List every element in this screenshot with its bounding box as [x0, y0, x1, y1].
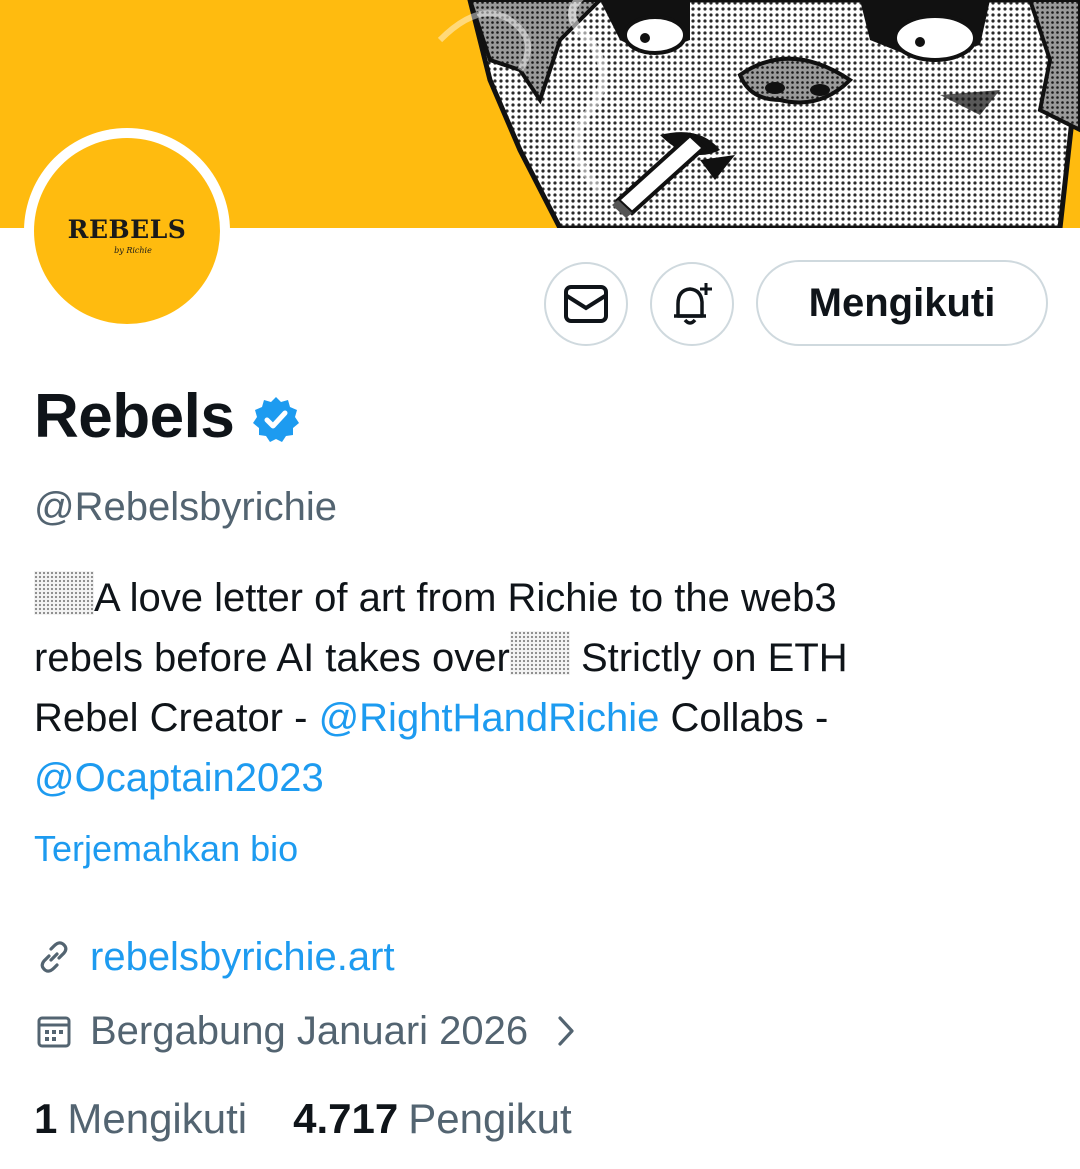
- unsupported-emoji-glyph: [509, 631, 570, 675]
- following-count: 1: [34, 1095, 58, 1142]
- bio-line-4: @Ocaptain2023: [34, 748, 1044, 808]
- translate-bio-link[interactable]: Terjemahkan bio: [34, 828, 298, 870]
- profile-bio: A love letter of art from Richie to the …: [34, 568, 1044, 808]
- avatar-signature: by Richie: [114, 246, 152, 255]
- calendar-icon: [34, 1011, 74, 1051]
- notify-button[interactable]: [650, 262, 734, 346]
- profile-handle: @Rebelsbyrichie: [34, 485, 337, 529]
- mention-link[interactable]: @Ocaptain2023: [34, 756, 324, 800]
- chevron-right-icon: [558, 1016, 574, 1046]
- followers-count: 4.717: [293, 1095, 399, 1142]
- bio-line-3: Rebel Creator - @RightHandRichie Collabs…: [34, 696, 829, 740]
- following-label: Mengikuti: [67, 1095, 248, 1142]
- profile-name: Rebels: [34, 382, 235, 451]
- website-row: rebelsbyrichie.art: [34, 934, 395, 980]
- mention-link[interactable]: @RightHandRichie: [319, 696, 660, 740]
- unsupported-emoji-glyph: [34, 571, 94, 615]
- verified-badge-icon[interactable]: [252, 395, 300, 443]
- avatar-logo-text: REBELS: [67, 215, 187, 244]
- follow-stats: 1 Mengikuti 4.717 Pengikut: [34, 1094, 572, 1144]
- bio-line-2: rebels before AI takes over Strictly on …: [34, 628, 1044, 688]
- joined-row[interactable]: Bergabung Januari 2026: [34, 1008, 576, 1054]
- profile-name-row: Rebels: [34, 382, 300, 452]
- following-button[interactable]: Mengikuti: [756, 260, 1048, 346]
- joined-date: Bergabung Januari 2026: [90, 1009, 529, 1053]
- bell-plus-icon: [674, 283, 712, 325]
- envelope-icon: [564, 285, 608, 323]
- followers-stat[interactable]: 4.717 Pengikut: [293, 1094, 572, 1144]
- followers-label: Pengikut: [408, 1095, 572, 1142]
- link-icon: [34, 937, 74, 977]
- message-button[interactable]: [544, 262, 628, 346]
- website-link[interactable]: rebelsbyrichie.art: [90, 934, 395, 980]
- bio-line-1: A love letter of art from Richie to the …: [34, 568, 1044, 628]
- following-stat[interactable]: 1 Mengikuti: [34, 1094, 247, 1144]
- avatar[interactable]: REBELS by Richie: [34, 138, 220, 324]
